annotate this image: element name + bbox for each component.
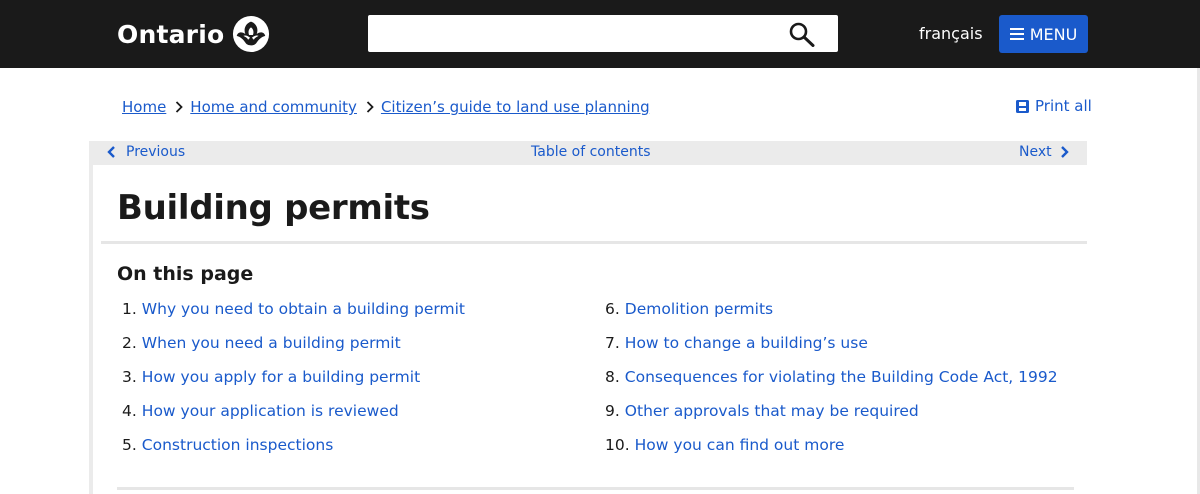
site-header: Ontario français MENU — [0, 0, 1200, 68]
toc-item: 7. How to change a building’s use — [605, 333, 1058, 367]
menu-button-label: MENU — [1029, 24, 1078, 44]
main-content: Building permits On this page 1. Why you … — [89, 165, 1087, 494]
toc-item: 2. When you need a building permit — [122, 333, 465, 367]
toc-item: 8. Consequences for violating the Buildin… — [605, 367, 1058, 401]
title-divider — [101, 241, 1087, 244]
breadcrumb-home-and-community-link[interactable]: Home and community — [190, 98, 357, 116]
previous-page-link[interactable]: Previous — [107, 144, 185, 160]
chevron-right-icon — [176, 101, 184, 113]
section-divider — [117, 487, 1074, 490]
language-toggle-link[interactable]: français — [919, 24, 983, 43]
toc-item: 9. Other approvals that may be required — [605, 401, 1058, 435]
search-icon — [789, 22, 815, 47]
menu-button[interactable]: MENU — [999, 15, 1088, 53]
toc-item: 6. Demolition permits — [605, 299, 1058, 333]
toc-item-number: 5. — [122, 436, 137, 454]
toc-item-number: 1. — [122, 300, 137, 318]
toc-link[interactable]: Why you need to obtain a building permit — [142, 299, 465, 333]
menu-icon — [1009, 28, 1024, 40]
chevron-right-icon — [1060, 146, 1069, 158]
toc-item: 5. Construction inspections — [122, 435, 465, 469]
breadcrumb: Home Home and community Citizen’s guide … — [122, 98, 650, 116]
breadcrumb-home-link[interactable]: Home — [122, 98, 166, 116]
toc-item-number: 10. — [605, 436, 630, 454]
next-page-link[interactable]: Next — [1019, 144, 1069, 160]
next-label: Next — [1019, 144, 1052, 160]
logo-text: Ontario — [117, 19, 225, 49]
toc-link[interactable]: Demolition permits — [625, 299, 773, 333]
toc-item-number: 4. — [122, 402, 137, 420]
previous-label: Previous — [126, 144, 186, 160]
toc-link[interactable]: Construction inspections — [142, 435, 334, 469]
toc-item: 10. How you can find out more — [605, 435, 1058, 469]
toc-item: 3. How you apply for a building permit — [122, 367, 465, 401]
chevron-right-icon — [366, 101, 374, 113]
print-all-label: Print all — [1035, 97, 1092, 115]
search-input[interactable] — [368, 15, 768, 52]
toc-item-number: 7. — [605, 334, 620, 352]
print-all-link[interactable]: Print all — [1015, 97, 1092, 115]
toc-link[interactable]: How you apply for a building permit — [142, 367, 420, 401]
chevron-left-icon — [107, 146, 115, 158]
table-of-contents-link[interactable]: Table of contents — [531, 144, 651, 160]
on-this-page-heading: On this page — [117, 263, 254, 285]
on-this-page-list-left: 1. Why you need to obtain a building perm… — [122, 299, 465, 469]
toc-item-number: 8. — [605, 368, 620, 386]
toc-link[interactable]: When you need a building permit — [142, 333, 401, 367]
toc-link[interactable]: How your application is reviewed — [142, 401, 399, 435]
breadcrumb-land-use-guide-link[interactable]: Citizen’s guide to land use planning — [381, 98, 650, 116]
toc-link[interactable]: How you can find out more — [635, 435, 845, 469]
toc-item-number: 9. — [605, 402, 620, 420]
toc-link[interactable]: Other approvals that may be required — [625, 401, 919, 435]
toc-item-number: 2. — [122, 334, 137, 352]
search-box — [368, 15, 838, 52]
search-button[interactable] — [788, 21, 816, 47]
page-pager: Previous Table of contents Next — [89, 141, 1087, 165]
on-this-page-list-right: 6. Demolition permits 7. How to change a b… — [605, 299, 1058, 469]
page-title: Building permits — [117, 188, 430, 228]
toc-link[interactable]: How to change a building’s use — [625, 333, 868, 367]
toc-item: 4. How your application is reviewed — [122, 401, 465, 435]
toc-item: 1. Why you need to obtain a building perm… — [122, 299, 465, 333]
ontario-logo-link[interactable]: Ontario — [117, 14, 270, 54]
toc-item-number: 6. — [605, 300, 620, 318]
toc-item-number: 3. — [122, 368, 137, 386]
toc-link[interactable]: Consequences for violating the Building … — [625, 367, 1058, 401]
ontario-trillium-logo-icon — [233, 15, 270, 53]
print-icon — [1016, 99, 1029, 113]
